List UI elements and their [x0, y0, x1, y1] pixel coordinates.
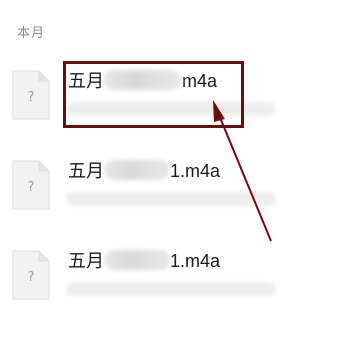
- arrow-annotation: [213, 100, 272, 242]
